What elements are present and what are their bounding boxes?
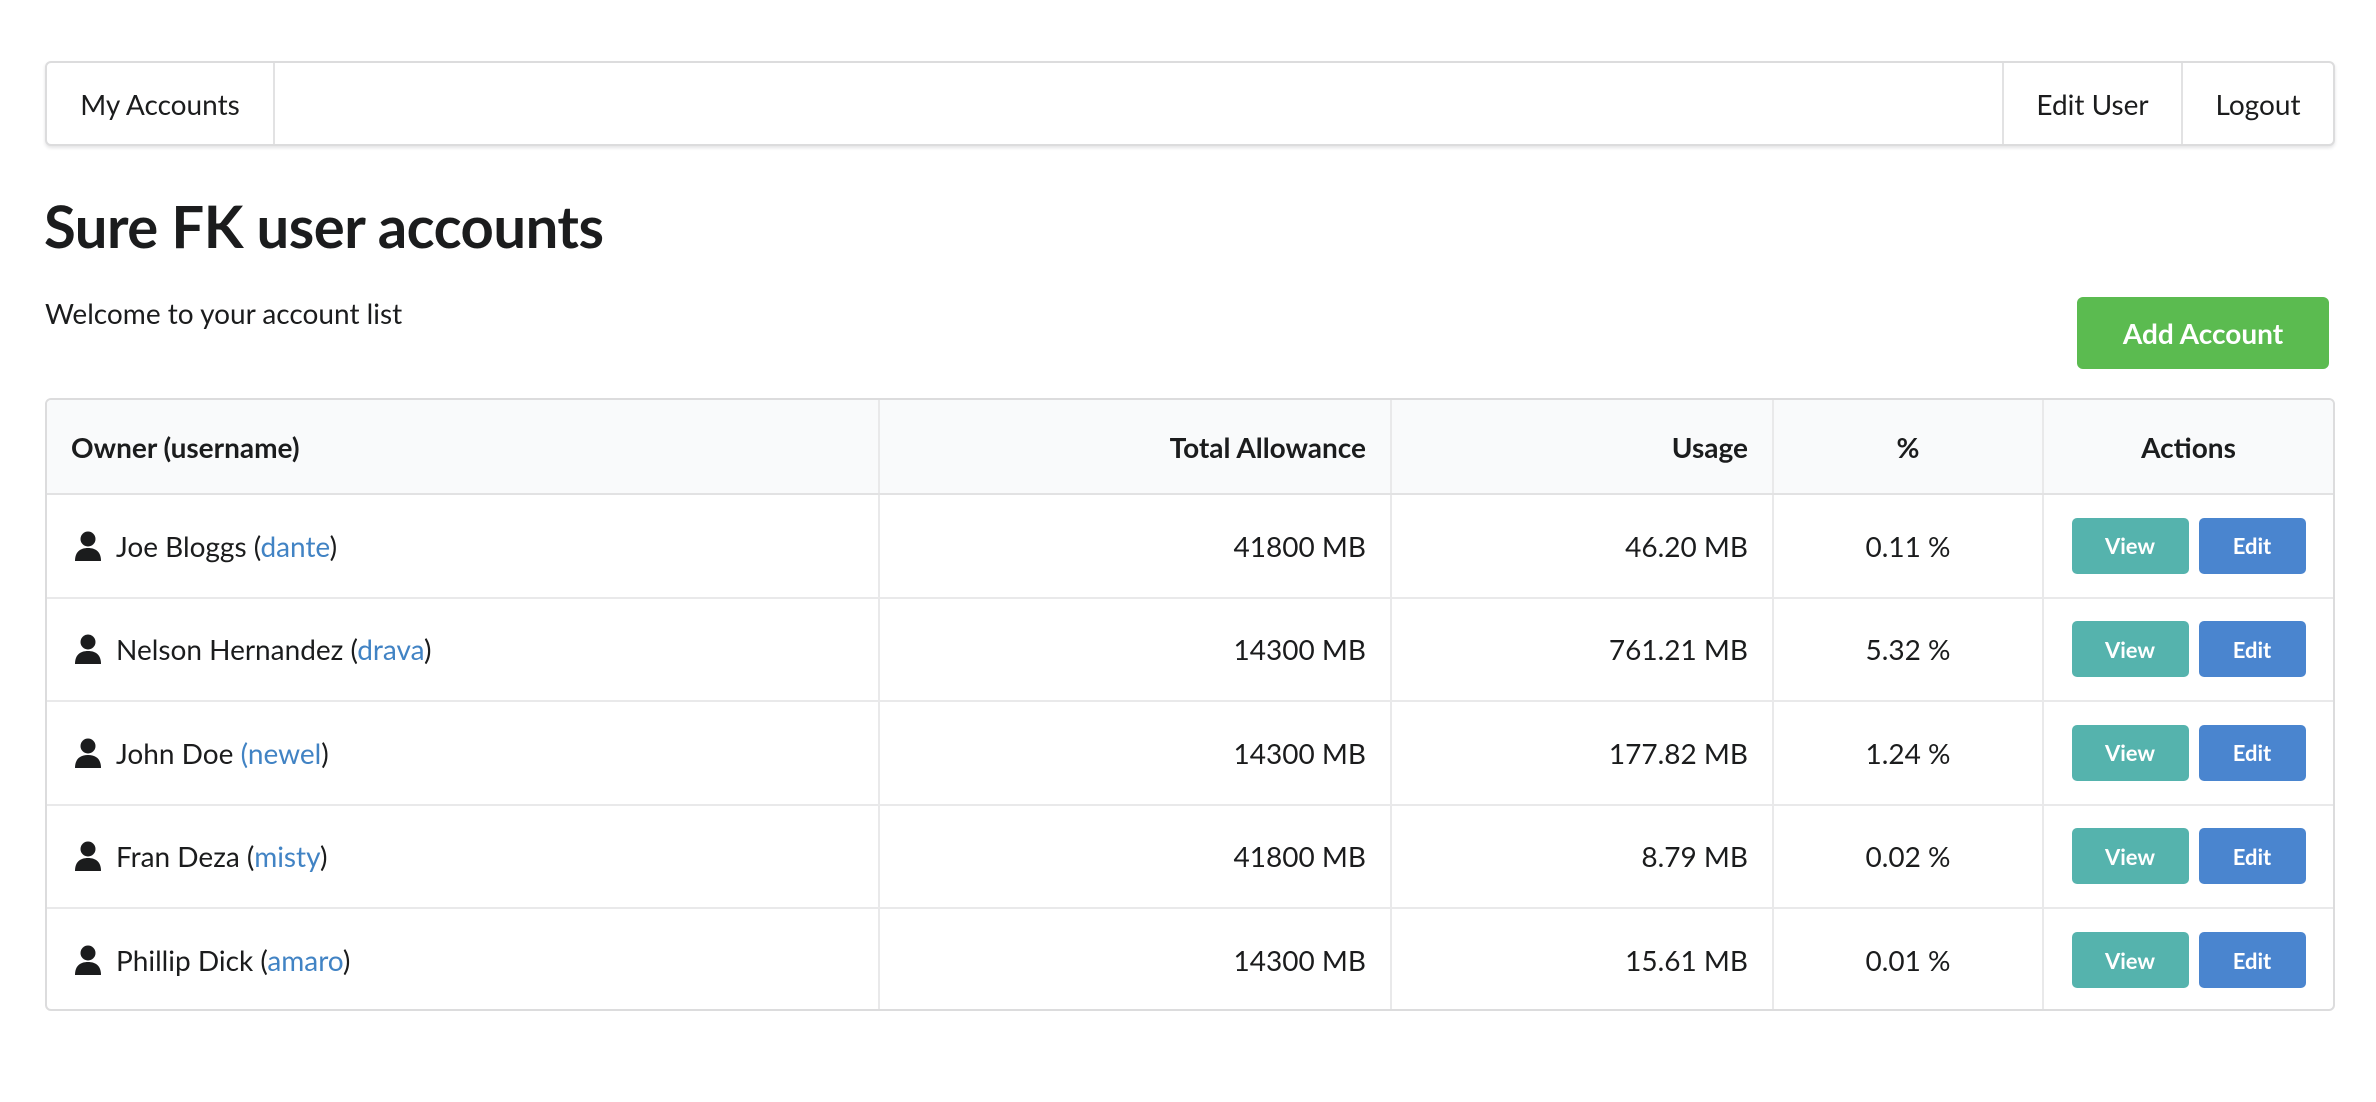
edit-button[interactable]: Edit xyxy=(2198,724,2306,781)
view-button[interactable]: View xyxy=(2071,932,2189,989)
username-link[interactable]: misty xyxy=(254,839,320,873)
user-icon xyxy=(74,945,102,976)
edit-button[interactable]: Edit xyxy=(2198,932,2306,989)
owner-paren-open: ( xyxy=(239,839,255,874)
add-account-button[interactable]: Add Account xyxy=(2077,297,2329,369)
username-link[interactable]: amaro xyxy=(267,943,343,977)
header-allowance: Total Allowance xyxy=(878,400,1391,495)
owner-text: Nelson Hernandez (drava) xyxy=(116,632,432,666)
table-row: Nelson Hernandez (drava) 14300 MB 761.21 M… xyxy=(47,597,2333,702)
table-header-row: Owner (username) Total Allowance Usage %… xyxy=(47,400,2333,495)
actions-cell: View Edit xyxy=(2042,908,2333,1009)
allowance-cell: 41800 MB xyxy=(878,494,1391,599)
owner-name: Phillip Dick xyxy=(116,943,254,978)
owner-paren-close: ) xyxy=(342,943,351,978)
owner-paren-close: ) xyxy=(329,528,338,563)
edit-button[interactable]: Edit xyxy=(2198,621,2306,678)
username-link[interactable]: (newel xyxy=(241,736,322,770)
view-button[interactable]: View xyxy=(2071,517,2189,574)
owner-cell: John Doe (newel) xyxy=(47,701,879,806)
percent-cell: 1.24 % xyxy=(1772,701,2043,806)
header-usage: Usage xyxy=(1390,400,1773,495)
owner-text: John Doe (newel) xyxy=(116,736,329,770)
allowance-cell: 14300 MB xyxy=(878,597,1391,702)
allowance-cell: 14300 MB xyxy=(878,908,1391,1009)
percent-cell: 0.02 % xyxy=(1772,804,2043,909)
table-row: Fran Deza (misty) 41800 MB 8.79 MB 0.02 % Vi… xyxy=(47,804,2333,909)
actions-cell: View Edit xyxy=(2042,494,2333,599)
usage-cell: 15.61 MB xyxy=(1390,908,1773,1009)
owner-name: Joe Bloggs xyxy=(116,528,247,563)
table-row: Joe Bloggs (dante) 41800 MB 46.20 MB 0.11 %… xyxy=(47,494,2333,599)
owner-paren-open xyxy=(233,736,240,770)
owner-paren-close: ) xyxy=(321,735,329,770)
owner-name: Nelson Hernandez xyxy=(116,632,344,667)
usage-cell: 761.21 MB xyxy=(1390,597,1773,702)
owner-cell: Joe Bloggs (dante) xyxy=(47,494,879,599)
username-link[interactable]: drava xyxy=(357,632,424,666)
owner-cell: Fran Deza (misty) xyxy=(47,804,879,909)
username-link[interactable]: dante xyxy=(260,529,329,563)
user-icon xyxy=(74,841,102,872)
table-row: John Doe (newel) 14300 MB 177.82 MB 1.24 % V… xyxy=(47,701,2333,806)
nav-logout[interactable]: Logout xyxy=(2181,63,2333,144)
table-row: Phillip Dick (amaro) 14300 MB 15.61 MB 0.01… xyxy=(47,908,2333,1009)
percent-cell: 5.32 % xyxy=(1772,597,2043,702)
user-icon xyxy=(74,738,102,768)
allowance-cell: 14300 MB xyxy=(878,701,1391,806)
page-subtitle: Welcome to your account list xyxy=(45,296,403,330)
owner-cell: Phillip Dick (amaro) xyxy=(47,908,879,1009)
owner-text: Joe Bloggs (dante) xyxy=(116,529,337,563)
accounts-table: Owner (username) Total Allowance Usage %… xyxy=(45,398,2335,1011)
nav-my-accounts[interactable]: My Accounts xyxy=(47,63,275,144)
owner-paren-open: ( xyxy=(246,528,261,563)
owner-cell: Nelson Hernandez (drava) xyxy=(47,597,879,702)
header-actions: Actions xyxy=(2042,400,2333,495)
owner-text: Fran Deza (misty) xyxy=(116,839,327,873)
usage-cell: 46.20 MB xyxy=(1390,494,1773,599)
actions-cell: View Edit xyxy=(2042,701,2333,806)
owner-text: Phillip Dick (amaro) xyxy=(116,943,350,977)
header-owner: Owner (username) xyxy=(47,400,879,495)
actions-cell: View Edit xyxy=(2042,597,2333,702)
owner-name: John Doe xyxy=(116,735,234,770)
user-icon xyxy=(74,531,102,561)
header-percent: % xyxy=(1772,400,2043,495)
usage-cell: 177.82 MB xyxy=(1390,701,1773,806)
view-button[interactable]: View xyxy=(2071,621,2189,678)
view-button[interactable]: View xyxy=(2071,724,2189,781)
top-menu: My Accounts Edit User Logout xyxy=(45,61,2335,146)
edit-button[interactable]: Edit xyxy=(2198,517,2306,574)
owner-paren-open: ( xyxy=(343,632,358,667)
nav-edit-user[interactable]: Edit User xyxy=(2002,63,2181,144)
percent-cell: 0.01 % xyxy=(1772,908,2043,1009)
allowance-cell: 41800 MB xyxy=(878,804,1391,909)
usage-cell: 8.79 MB xyxy=(1390,804,1773,909)
owner-paren-open: ( xyxy=(253,943,268,978)
owner-paren-close: ) xyxy=(424,632,432,667)
owner-paren-close: ) xyxy=(319,839,328,874)
actions-cell: View Edit xyxy=(2042,804,2333,909)
percent-cell: 0.11 % xyxy=(1772,494,2043,599)
page-title: Sure FK user accounts xyxy=(44,192,604,261)
view-button[interactable]: View xyxy=(2071,828,2189,885)
user-icon xyxy=(74,634,102,665)
owner-name: Fran Deza xyxy=(116,839,240,874)
edit-button[interactable]: Edit xyxy=(2198,828,2306,885)
